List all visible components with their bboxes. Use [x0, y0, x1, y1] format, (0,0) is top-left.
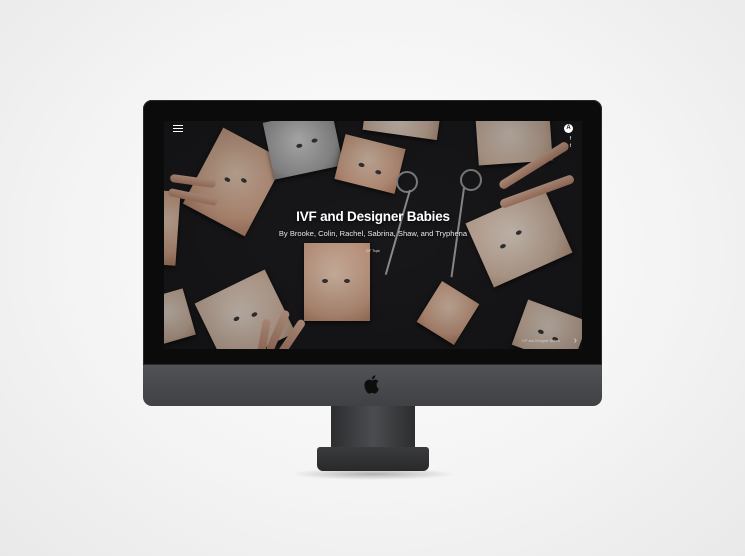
- twitter-icon[interactable]: t: [570, 143, 571, 149]
- byline: By Brooke, Colin, Rachel, Sabrina, Shaw,…: [278, 229, 468, 238]
- page-title: IVF and Designer Babies: [296, 209, 450, 224]
- screen: A f t IVF and Designer Babies By Brooke,…: [164, 121, 582, 349]
- facebook-icon[interactable]: f: [570, 136, 571, 142]
- monitor-stand-base: [317, 447, 429, 471]
- next-story-label[interactable]: IVF and Designer Babies: [522, 339, 560, 343]
- apple-logo-icon: [364, 375, 379, 394]
- monitor-stand-neck: [331, 406, 415, 450]
- scroll-link[interactable]: IVF Topic: [164, 249, 582, 253]
- chevron-right-icon[interactable]: ›: [574, 336, 577, 346]
- menu-icon[interactable]: [173, 125, 183, 133]
- brand-logo-icon[interactable]: A: [564, 124, 573, 133]
